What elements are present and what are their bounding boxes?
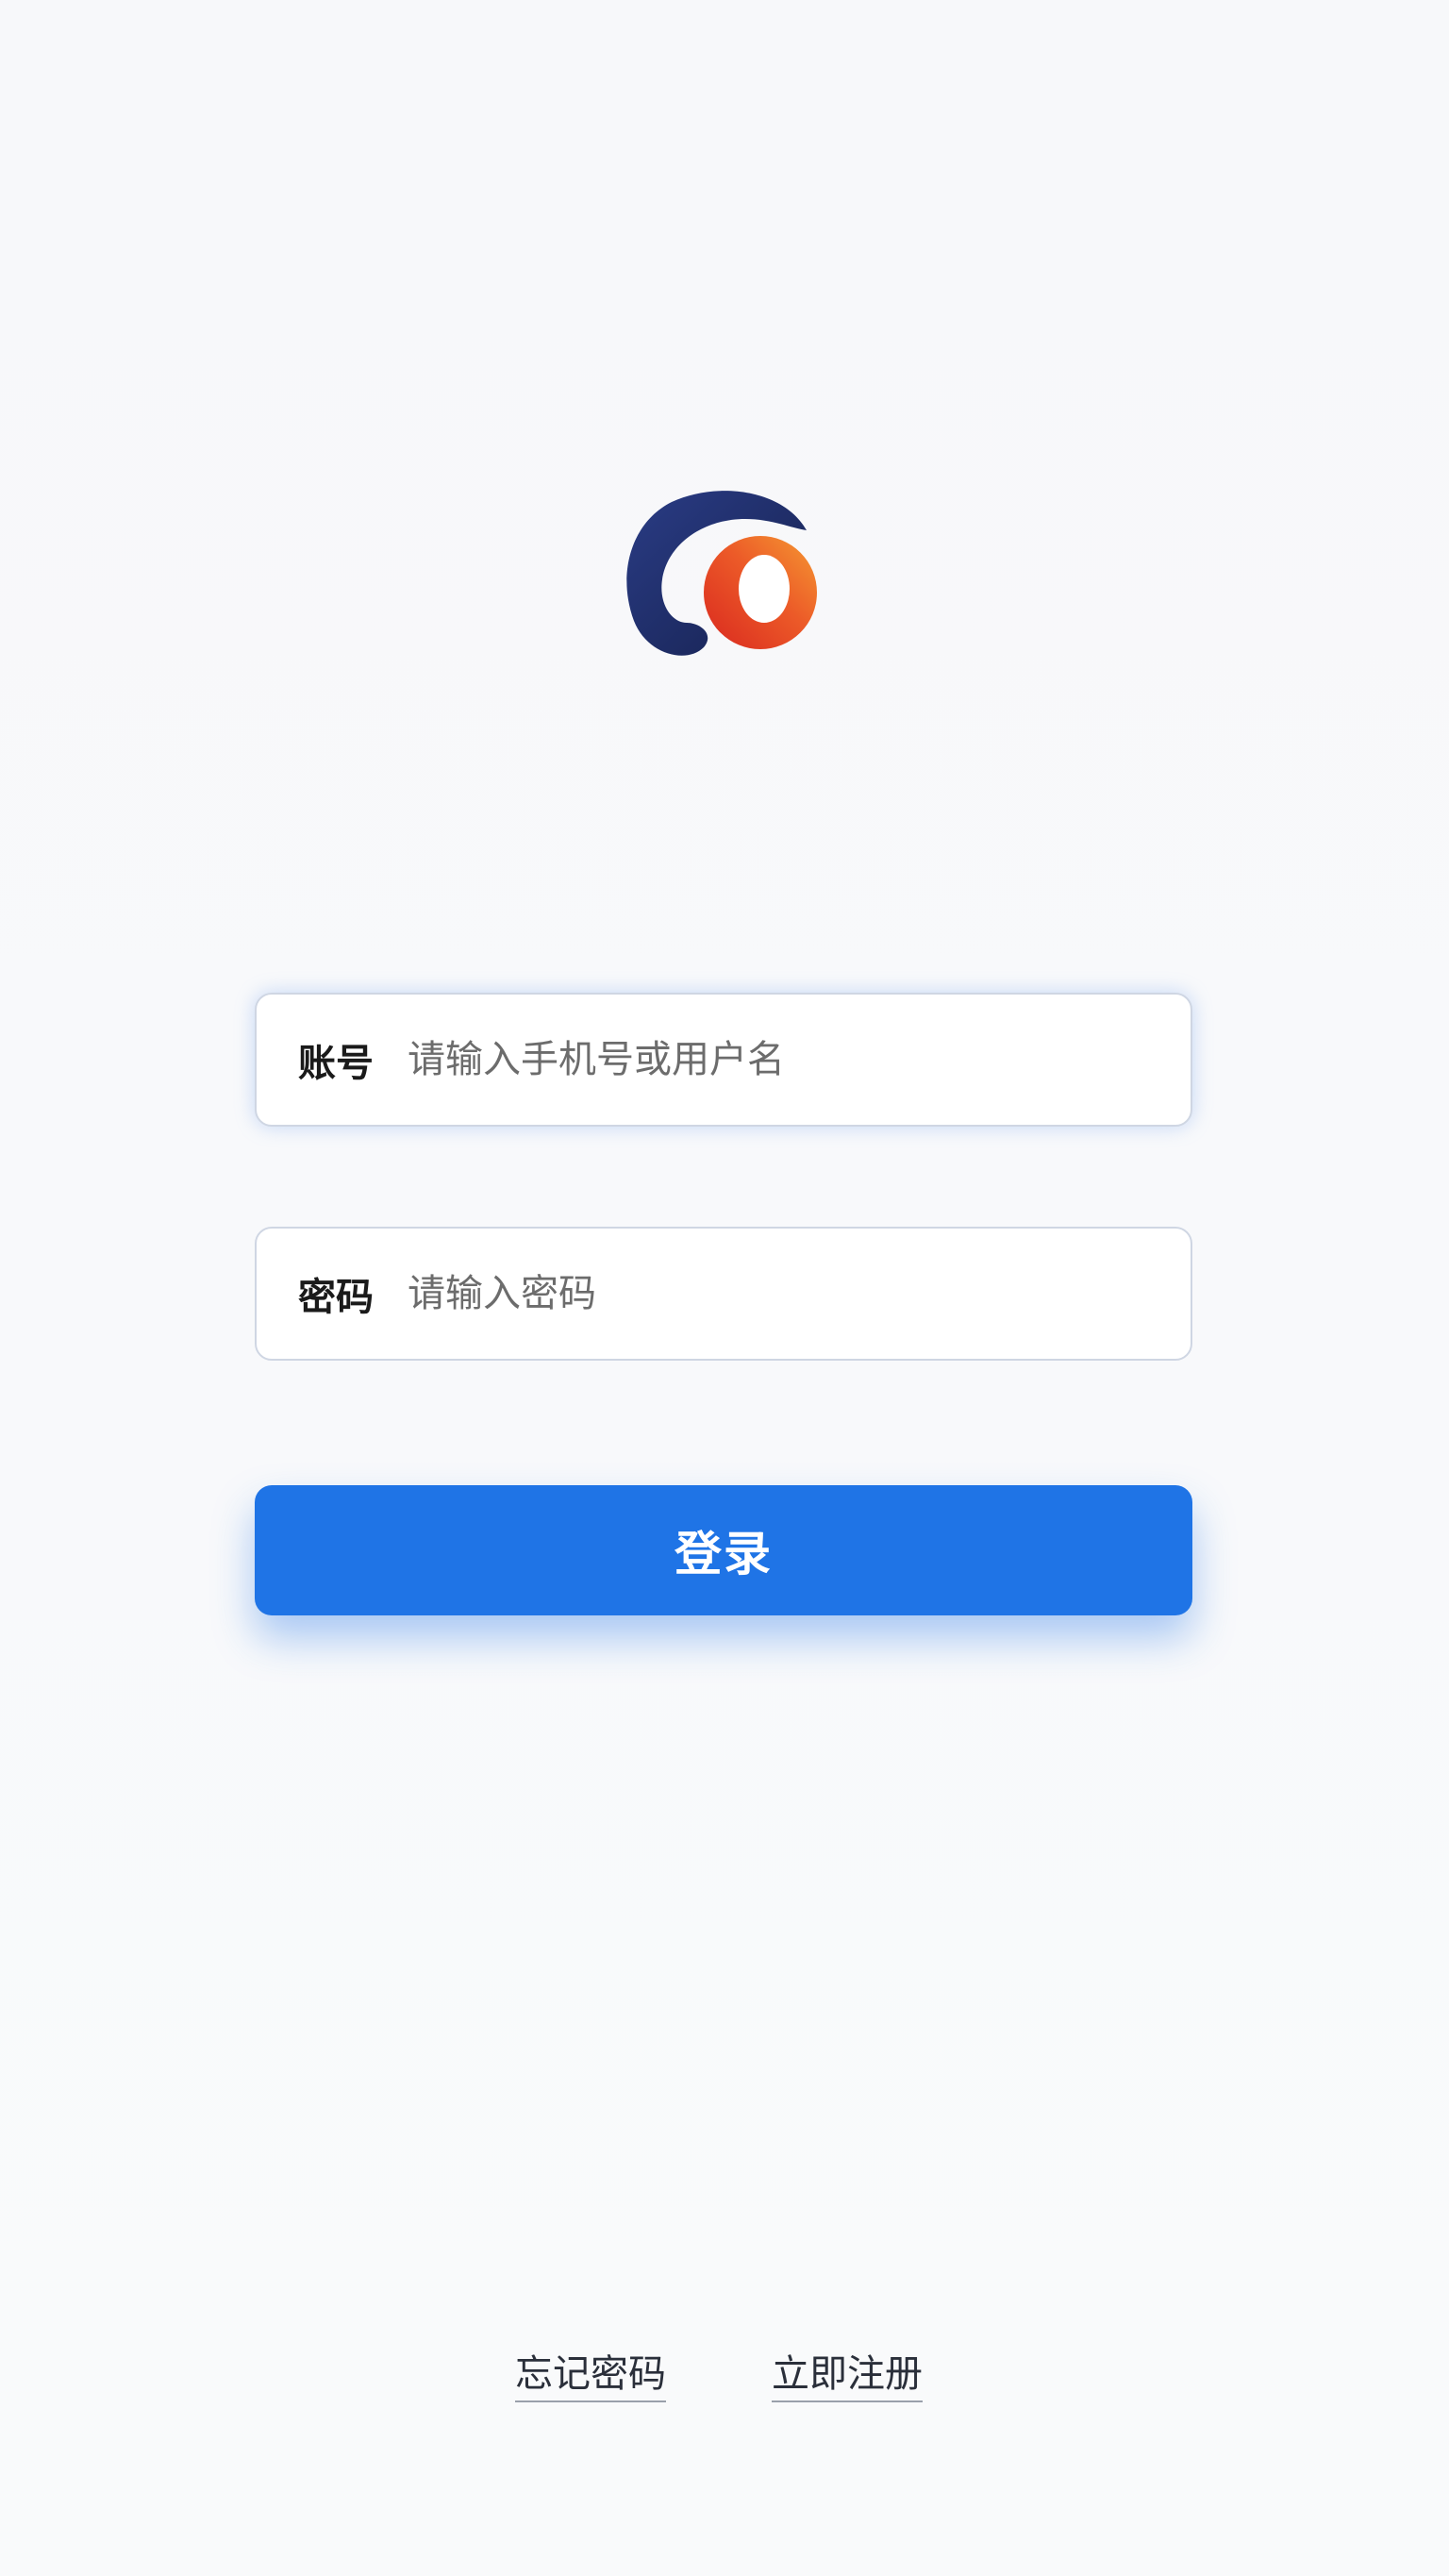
account-field[interactable]: 账号: [255, 993, 1192, 1127]
password-field[interactable]: 密码: [255, 1227, 1192, 1361]
password-label: 密码: [298, 1276, 374, 1319]
login-button[interactable]: 登录: [255, 1485, 1192, 1615]
logo-mark-icon: [626, 491, 817, 656]
password-input[interactable]: [408, 1229, 1153, 1359]
bottom-links: 忘记密码 立即注册: [0, 2350, 1449, 2406]
register-link[interactable]: 立即注册: [772, 2350, 923, 2402]
account-input[interactable]: [408, 995, 1153, 1125]
app-logo: [613, 481, 836, 666]
account-label: 账号: [298, 1042, 374, 1085]
login-screen: 账号 密码 登录 忘记密码 立即注册: [0, 0, 1449, 2576]
forgot-password-link[interactable]: 忘记密码: [515, 2350, 666, 2402]
